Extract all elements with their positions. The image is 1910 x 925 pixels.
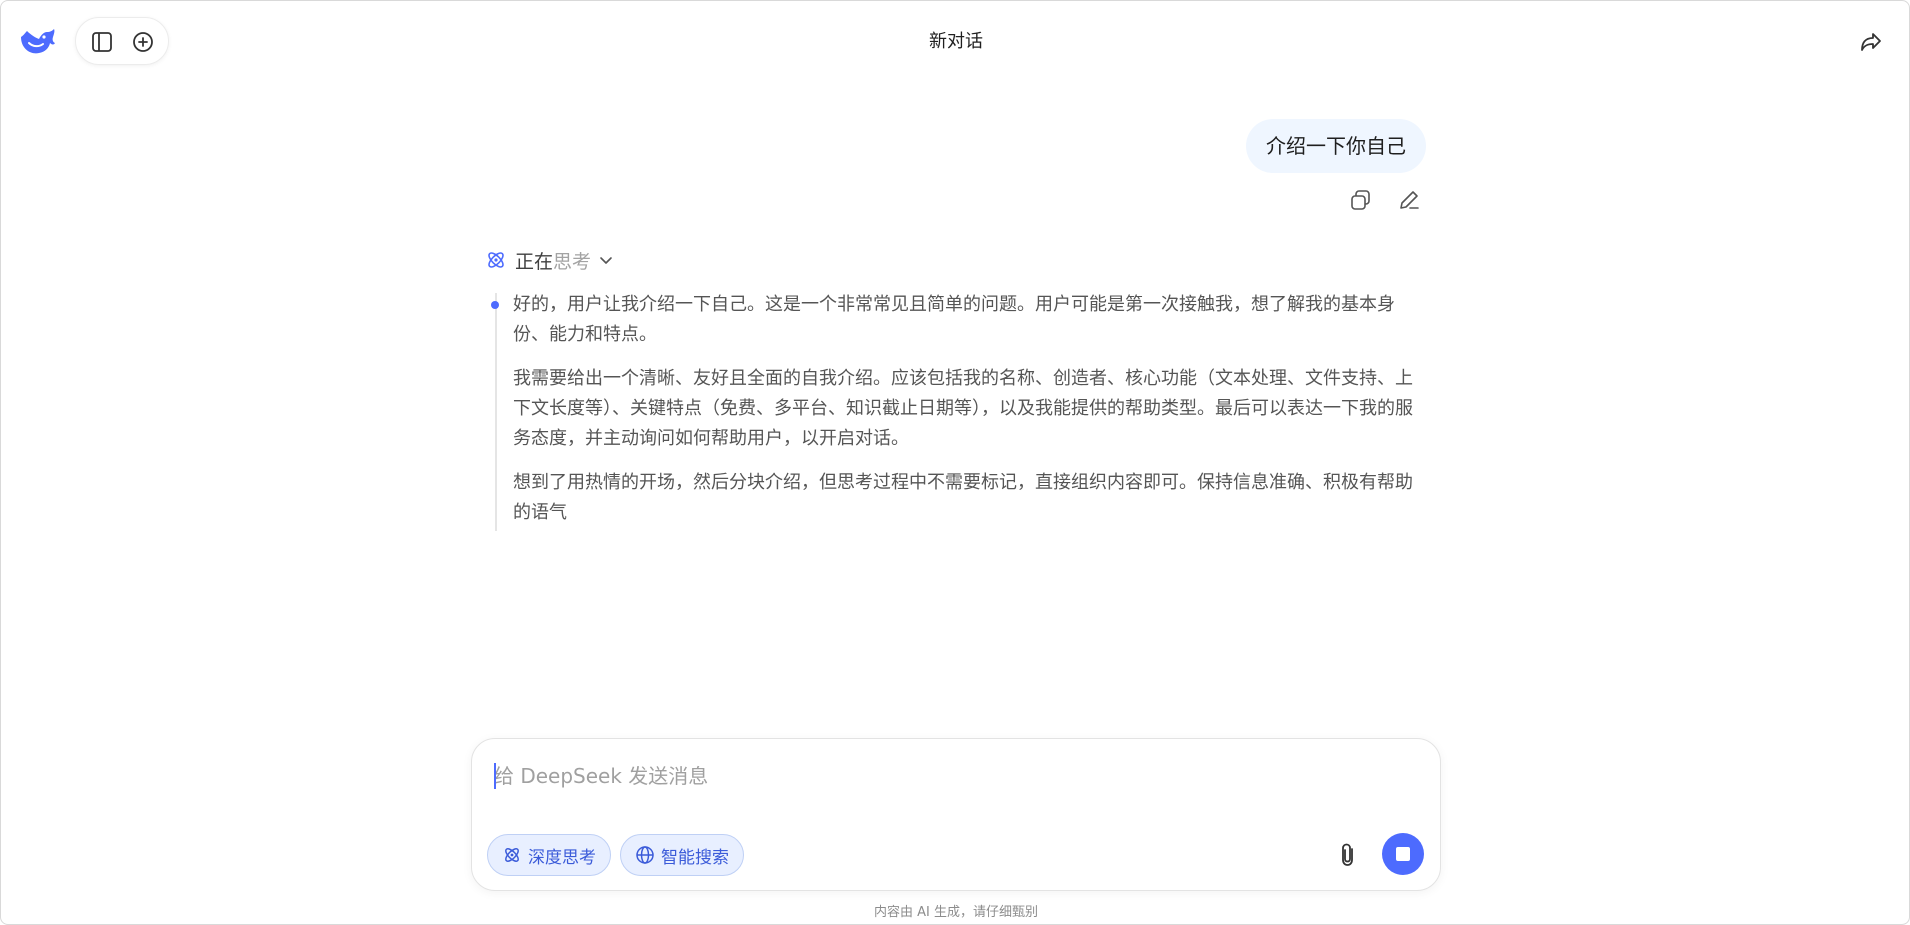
paperclip-icon <box>1342 843 1353 866</box>
deep-think-toggle[interactable]: 深度思考 <box>487 834 611 876</box>
edit-icon <box>1400 191 1419 209</box>
share-button[interactable] <box>1857 28 1885 56</box>
user-message-bubble: 介绍一下你自己 <box>1246 119 1426 173</box>
globe-icon <box>636 846 654 864</box>
stop-icon <box>1396 847 1410 861</box>
edit-message-button[interactable] <box>1396 187 1422 213</box>
web-search-toggle[interactable]: 智能搜索 <box>620 834 744 876</box>
thinking-paragraph: 想到了用热情的开场，然后分块介绍，但思考过程中不需要标记，直接组织内容即可。保持… <box>513 472 1413 523</box>
thinking-paragraph: 我需要给出一个清晰、友好且全面的自我介绍。应该包括我的名称、创造者、核心功能（文… <box>513 368 1413 449</box>
share-icon <box>1861 33 1881 51</box>
thinking-paragraph: 好的，用户让我介绍一下自己。这是一个非常常见且简单的问题。用户可能是第一次接触我… <box>513 294 1395 345</box>
copy-icon <box>1351 190 1370 210</box>
atom-icon <box>488 252 504 268</box>
thinking-toggle[interactable]: 正在思考 <box>485 245 615 275</box>
stop-generating-button[interactable] <box>1382 833 1424 875</box>
thinking-progress-dot <box>491 301 499 309</box>
attach-file-button[interactable] <box>1334 840 1364 870</box>
chevron-down-icon <box>600 257 612 264</box>
message-composer: 深度思考 智能搜索 <box>471 738 1441 891</box>
thinking-divider <box>495 293 497 531</box>
atom-icon <box>505 848 519 862</box>
deep-think-label: 深度思考 <box>528 847 596 868</box>
thinking-label: 正在思考 <box>515 250 592 273</box>
text-caret <box>494 763 496 789</box>
page-title: 新对话 <box>929 31 983 52</box>
ai-disclaimer: 内容由 AI 生成，请仔细甄别 <box>874 905 1038 920</box>
thinking-content: 好的，用户让我介绍一下自己。这是一个非常常见且简单的问题。用户可能是第一次接触我… <box>513 290 1429 542</box>
copy-message-button[interactable] <box>1348 187 1374 213</box>
app-window: 新对话 介绍一下你自己 正在思考 好的，用户让我介绍一下自己。这是一个非常常见且… <box>0 0 1910 925</box>
web-search-label: 智能搜索 <box>661 847 729 868</box>
message-input[interactable] <box>494 759 1394 793</box>
